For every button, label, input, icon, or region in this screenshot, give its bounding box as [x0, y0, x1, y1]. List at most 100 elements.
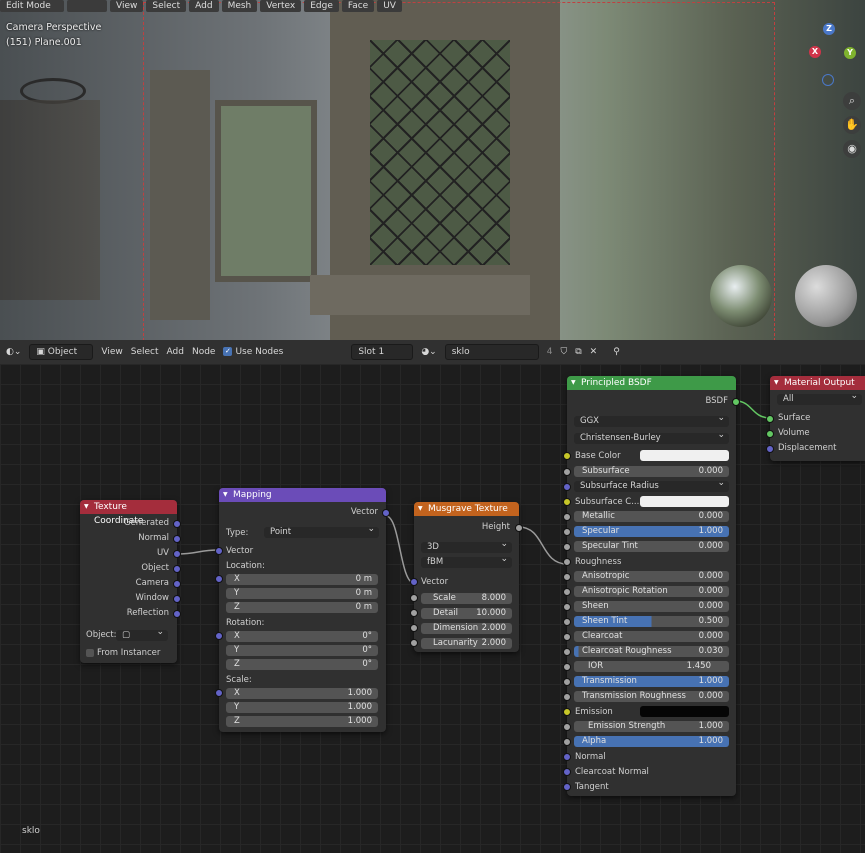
socket-input-vector[interactable]: [410, 578, 418, 586]
socket-specular-tint[interactable]: [563, 543, 571, 551]
socket-object[interactable]: [173, 565, 181, 573]
socket-clearcoat-roughness[interactable]: [563, 648, 571, 656]
socket-normal[interactable]: [563, 753, 571, 761]
socket-dimension[interactable]: [410, 624, 418, 632]
socket-output-height[interactable]: [515, 524, 523, 532]
anisotropic-rotation-field[interactable]: Anisotropic Rotation 0.000: [574, 586, 729, 597]
type-dropdown[interactable]: Point: [264, 524, 379, 538]
socket-alpha[interactable]: [563, 738, 571, 746]
menu-face[interactable]: Face: [341, 0, 375, 12]
gizmo-z-axis[interactable]: Z: [823, 23, 835, 35]
socket-anisotropic[interactable]: [563, 573, 571, 581]
lacunarity-field[interactable]: Lacunarity 2.000: [421, 638, 512, 649]
socket-base-color[interactable]: [563, 452, 571, 460]
specular-field[interactable]: Specular 1.000: [574, 526, 729, 537]
sheen-field[interactable]: Sheen 0.000: [574, 601, 729, 612]
target-dropdown[interactable]: All: [777, 391, 862, 405]
socket-anisotropic-rotation[interactable]: [563, 588, 571, 596]
socket-transmission[interactable]: [563, 678, 571, 686]
unlink-icon[interactable]: ✕: [590, 347, 598, 357]
node-title[interactable]: Principled BSDF: [567, 376, 736, 390]
duplicate-icon[interactable]: ⧉: [575, 347, 581, 357]
socket-transmission-roughness[interactable]: [563, 693, 571, 701]
socket-metallic[interactable]: [563, 513, 571, 521]
base-color-swatch[interactable]: [640, 450, 729, 461]
object-picker[interactable]: ▢: [116, 627, 168, 641]
socket-window[interactable]: [173, 595, 181, 603]
location-z-field[interactable]: Z 0 m: [226, 602, 378, 613]
anisotropic-field[interactable]: Anisotropic 0.000: [574, 571, 729, 582]
use-nodes-toggle[interactable]: ✓ Use Nodes: [223, 347, 283, 357]
node-title[interactable]: Material Output: [770, 376, 865, 390]
menu-add[interactable]: Add: [189, 0, 219, 12]
node-texture-coordinate[interactable]: Texture Coordinate Generated Normal UV O…: [80, 500, 181, 663]
node-canvas[interactable]: Texture Coordinate Generated Normal UV O…: [0, 364, 865, 853]
socket-emission[interactable]: [563, 708, 571, 716]
socket-subsurface[interactable]: [563, 468, 571, 476]
subsurface-color-swatch[interactable]: [640, 496, 729, 507]
scale-x-field[interactable]: X 1.000: [226, 688, 378, 699]
editor-type-icon[interactable]: ◐⌄: [6, 347, 21, 357]
socket-subsurface-color[interactable]: [563, 498, 571, 506]
camera-view-icon[interactable]: ◉: [843, 140, 861, 158]
select-mode-buttons[interactable]: [67, 0, 107, 12]
subsurface-method-dropdown[interactable]: Christensen-Burley: [574, 430, 729, 444]
menu-node[interactable]: Node: [192, 347, 216, 357]
socket-output-vector[interactable]: [382, 509, 390, 517]
socket-uv[interactable]: [173, 550, 181, 558]
node-title[interactable]: Musgrave Texture: [414, 502, 519, 516]
menu-add[interactable]: Add: [167, 347, 184, 357]
material-name-field[interactable]: sklo: [444, 344, 539, 360]
scale-z-field[interactable]: Z 1.000: [226, 716, 378, 727]
socket-surface[interactable]: [766, 415, 774, 423]
dimensions-dropdown[interactable]: 3D: [421, 539, 512, 553]
mode-dropdown[interactable]: Edit Mode: [0, 0, 64, 12]
3d-viewport[interactable]: Edit Mode View Select Add Mesh Vertex Ed…: [0, 0, 865, 340]
socket-sheen[interactable]: [563, 603, 571, 611]
menu-select[interactable]: Select: [146, 0, 187, 12]
menu-edge[interactable]: Edge: [304, 0, 339, 12]
socket-input-vector[interactable]: [215, 547, 223, 555]
socket-clearcoat-normal[interactable]: [563, 768, 571, 776]
socket-displacement[interactable]: [766, 445, 774, 453]
from-instancer-toggle[interactable]: From Instancer: [86, 648, 160, 658]
socket-camera[interactable]: [173, 580, 181, 588]
dimension-field[interactable]: Dimension 2.000: [421, 623, 512, 634]
menu-view[interactable]: View: [110, 0, 144, 12]
gizmo-neg-z[interactable]: [822, 74, 834, 86]
socket-scale[interactable]: [215, 689, 223, 697]
node-title[interactable]: Texture Coordinate: [80, 500, 177, 526]
location-x-field[interactable]: X 0 m: [226, 574, 378, 585]
socket-clearcoat[interactable]: [563, 633, 571, 641]
socket-output-bsdf[interactable]: [732, 398, 740, 406]
socket-roughness[interactable]: [563, 558, 571, 566]
menu-select[interactable]: Select: [131, 347, 159, 357]
scale-field[interactable]: Scale 8.000: [421, 593, 512, 604]
socket-location[interactable]: [215, 575, 223, 583]
musgrave-type-dropdown[interactable]: fBM: [421, 554, 512, 568]
node-title[interactable]: Mapping: [219, 488, 386, 502]
scale-y-field[interactable]: Y 1.000: [226, 702, 378, 713]
socket-ior[interactable]: [563, 663, 571, 671]
socket-lacunarity[interactable]: [410, 639, 418, 647]
fake-user-icon[interactable]: ⛉: [560, 347, 567, 357]
emission-strength-field[interactable]: Emission Strength 1.000: [574, 721, 729, 732]
alpha-field[interactable]: Alpha 1.000: [574, 736, 729, 747]
gizmo-x-axis[interactable]: X: [809, 46, 821, 58]
emission-color-swatch[interactable]: [640, 706, 729, 717]
subsurface-radius-dropdown[interactable]: Subsurface Radius: [574, 478, 729, 492]
location-y-field[interactable]: Y 0 m: [226, 588, 378, 599]
rotation-y-field[interactable]: Y 0°: [226, 645, 378, 656]
sheen-tint-field[interactable]: Sheen Tint 0.500: [574, 616, 729, 627]
node-principled-bsdf[interactable]: Principled BSDF BSDF GGX Christensen-Bur…: [563, 376, 740, 796]
socket-reflection[interactable]: [173, 610, 181, 618]
node-musgrave-texture[interactable]: Musgrave Texture Height 3D fBM Vector Sc…: [410, 502, 523, 652]
socket-tangent[interactable]: [563, 783, 571, 791]
rotation-x-field[interactable]: X 0°: [226, 631, 378, 642]
gizmo-y-axis[interactable]: Y: [844, 47, 856, 59]
slot-dropdown[interactable]: Slot 1: [351, 344, 414, 360]
metallic-field[interactable]: Metallic 0.000: [574, 511, 729, 522]
subsurface-field[interactable]: Subsurface 0.000: [574, 466, 729, 477]
socket-scale[interactable]: [410, 594, 418, 602]
socket-emission-strength[interactable]: [563, 723, 571, 731]
